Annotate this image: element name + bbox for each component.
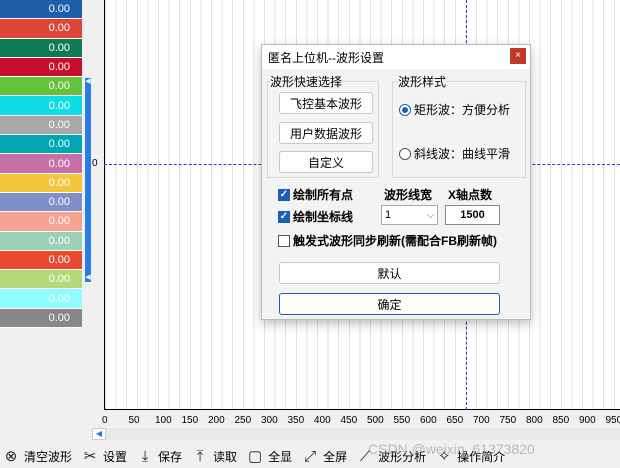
draw-all-points-checkbox[interactable]: ✓ 绘制所有点 — [278, 186, 353, 203]
toolbar-button-frame[interactable]: ▢ 全显 — [244, 446, 292, 466]
square-wave-label: 矩形波：方便分析 — [414, 103, 511, 117]
channel-list: 0.00 0.00 0.00 0.00 0.00 0.00 0.00 0.00 0.00 0.00… — [0, 0, 82, 329]
channel-value-item[interactable]: 0.00 — [0, 154, 82, 174]
toolbar-label: 全屏 — [323, 449, 348, 464]
toolbar-button-clear-wave[interactable]: ⊗ 清空波形 — [0, 446, 72, 466]
default-button[interactable]: 默认 — [279, 262, 500, 284]
x-tick-label: 600 — [420, 415, 437, 426]
x-tick-label: 650 — [446, 415, 464, 426]
draw-axis-checkbox[interactable]: ✓ 绘制坐标线 — [278, 208, 353, 225]
waveform-settings-dialog: 匿名上位机--波形设置 × 波形快速选择 飞控基本波形 用户数据波形 自定义 波… — [261, 44, 531, 320]
toolbar-label: 设置 — [103, 449, 128, 464]
x-tick-label: 400 — [314, 415, 331, 426]
checkmark-icon: ✓ — [278, 210, 290, 223]
wave-style-group — [392, 81, 526, 178]
trigger-sync-label: 触发式波形同步刷新(需配合FB刷新帧) — [293, 234, 497, 248]
toolbar-button-fullscreen[interactable]: ⤢ 全屏 — [299, 446, 347, 466]
slope-wave-radio[interactable]: 斜线波：曲线平滑 — [399, 145, 510, 162]
draw-all-points-label: 绘制所有点 — [293, 188, 354, 202]
custom-wave-button[interactable]: 自定义 — [279, 151, 373, 173]
channel-value-item[interactable]: 0.00 — [0, 270, 82, 290]
channel-value-item[interactable]: 0.00 — [0, 212, 82, 232]
channel-value-item[interactable]: 0.00 — [0, 289, 82, 309]
channel-value-item[interactable]: 0.00 — [0, 135, 82, 155]
x-tick-label: 500 — [367, 415, 384, 426]
x-tick-label: 850 — [552, 415, 570, 426]
x-tick-label: 300 — [261, 415, 278, 426]
channel-value-item[interactable]: 0.00 — [0, 0, 82, 20]
clear-wave-icon: ⊗ — [4, 448, 18, 465]
y-zero-label: 0 — [92, 158, 98, 169]
toolbar-button-upload[interactable]: ⤒ 读取 — [189, 446, 237, 466]
channel-value-item[interactable]: 0.00 — [0, 250, 82, 271]
toolbar-button-download[interactable]: ⤓ 保存 — [134, 446, 182, 466]
x-tick-label: 50 — [128, 415, 140, 426]
channel-value-item[interactable]: 0.00 — [0, 19, 82, 39]
channel-scroll-slider[interactable]: ◀ ◀ — [85, 78, 91, 282]
x-tick-label: 450 — [340, 415, 358, 426]
ok-button[interactable]: 确定 — [279, 293, 500, 315]
toolbar-label: 保存 — [158, 449, 183, 464]
channel-value-item[interactable]: 0.00 — [0, 231, 82, 251]
x-tick-label: 750 — [499, 415, 517, 426]
draw-axis-label: 绘制坐标线 — [293, 210, 354, 224]
x-points-label: X轴点数 — [448, 188, 493, 202]
x-tick-label: 250 — [234, 415, 252, 426]
upload-icon: ⤒ — [196, 447, 204, 465]
line-width-select[interactable]: 1 ⌵ — [381, 205, 438, 225]
dialog-title: 匿名上位机--波形设置 — [262, 45, 530, 69]
x-tick-label: 150 — [181, 415, 199, 426]
chevron-down-icon: ⌵ — [427, 210, 434, 220]
x-tick-label: 700 — [473, 415, 490, 426]
channel-value-item[interactable]: 0.00 — [0, 192, 82, 213]
channel-value-item[interactable]: 0.00 — [0, 308, 82, 329]
watermark: CSDN @weixin_61373820 — [368, 441, 535, 457]
radio-empty-icon — [399, 147, 411, 160]
toolbar-label: 读取 — [213, 449, 238, 464]
radio-selected-icon — [399, 103, 411, 116]
slider-down-arrow-icon[interactable]: ◀ — [85, 274, 91, 282]
checkbox-empty-icon — [278, 234, 290, 247]
quick-select-label: 波形快速选择 — [270, 73, 343, 90]
channel-value-item[interactable]: 0.00 — [0, 57, 82, 78]
close-icon[interactable]: × — [510, 48, 526, 64]
channel-value-item[interactable]: 0.00 — [0, 115, 82, 136]
x-tick-label: 900 — [579, 415, 596, 426]
flight-control-wave-button[interactable]: 飞控基本波形 — [279, 92, 373, 114]
user-data-wave-button[interactable]: 用户数据波形 — [279, 122, 373, 144]
x-tick-label: 200 — [208, 415, 225, 426]
line-width-label: 波形线宽 — [384, 188, 433, 202]
x-points-input[interactable]: 1500 — [445, 205, 500, 225]
horizontal-scrollbar[interactable]: ◀ — [92, 428, 620, 440]
channel-value-item[interactable]: 0.00 — [0, 77, 82, 97]
download-icon: ⤓ — [141, 447, 149, 465]
x-tick-label: 0 — [102, 415, 108, 426]
x-tick-label: 350 — [287, 415, 305, 426]
slider-up-arrow-icon[interactable]: ◀ — [85, 78, 91, 86]
channel-value-item[interactable]: 0.00 — [0, 173, 82, 193]
slope-wave-label: 斜线波：曲线平滑 — [414, 147, 511, 161]
channel-value-item[interactable]: 0.00 — [0, 38, 82, 58]
toolbar-label: 清空波形 — [24, 449, 73, 464]
square-wave-radio[interactable]: 矩形波：方便分析 — [399, 101, 510, 118]
trigger-sync-checkbox[interactable]: 触发式波形同步刷新(需配合FB刷新帧) — [278, 232, 497, 249]
fullscreen-icon: ⤢ — [304, 447, 317, 465]
x-tick-label: 800 — [526, 415, 543, 426]
scroll-left-icon[interactable]: ◀ — [92, 428, 106, 440]
x-tick-label: 950 — [605, 415, 620, 426]
channel-value-item[interactable]: 0.00 — [0, 96, 82, 116]
x-axis: 0 50 100 150 200 250 300 350 400 450 500 550 600 650 7… — [98, 413, 620, 427]
x-tick-label: 550 — [393, 415, 411, 426]
checkmark-icon: ✓ — [278, 188, 290, 201]
toolbar-button-tools[interactable]: ✂ 设置 — [79, 446, 127, 466]
wave-style-label: 波形样式 — [398, 73, 447, 90]
frame-icon: ▢ — [247, 448, 263, 465]
tools-icon: ✂ — [83, 448, 97, 465]
toolbar-label: 全显 — [268, 449, 293, 464]
x-tick-label: 100 — [155, 415, 172, 426]
line-width-value: 1 — [385, 209, 392, 221]
